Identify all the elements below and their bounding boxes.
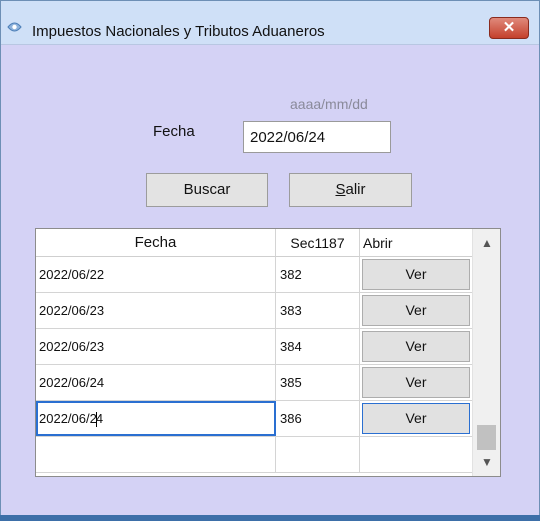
salir-accelerator: S	[335, 181, 346, 198]
cell-fecha-editing[interactable]: 2022/06/24	[36, 401, 276, 436]
salir-label: alir	[345, 181, 366, 198]
ver-button[interactable]: Ver	[362, 403, 470, 434]
cell-sec1187[interactable]: 382	[276, 257, 360, 292]
salir-button[interactable]: Salir	[289, 173, 412, 207]
scroll-up-icon[interactable]: ▲	[473, 229, 500, 257]
table-row-selected: 2022/06/24 386 Ver	[36, 401, 472, 437]
taskbar-edge	[0, 515, 540, 521]
cell-sec1187[interactable]	[276, 437, 360, 472]
scroll-down-icon[interactable]: ▼	[473, 448, 500, 476]
cell-sec1187[interactable]: 386	[276, 401, 360, 436]
table-row: 2022/06/24 385 Ver	[36, 365, 472, 401]
cell-fecha[interactable]: 2022/06/24	[36, 365, 276, 400]
results-grid: Fecha Sec1187 Abrir 2022/06/22 382 Ver 2…	[35, 228, 501, 477]
column-header-fecha[interactable]: Fecha	[36, 229, 276, 257]
cell-text-before-caret: 2022/06/2	[39, 411, 97, 426]
vertical-scrollbar[interactable]: ▲ ▼	[472, 229, 500, 476]
scrollbar-thumb[interactable]	[477, 425, 496, 450]
table-row: 2022/06/23 384 Ver	[36, 329, 472, 365]
ver-button[interactable]: Ver	[362, 259, 470, 290]
table-row-empty	[36, 437, 472, 473]
cell-fecha[interactable]: 2022/06/23	[36, 293, 276, 328]
date-format-hint: aaaa/mm/dd	[290, 96, 368, 112]
close-icon: ✕	[502, 19, 516, 36]
app-icon	[7, 22, 22, 32]
window-title: Impuestos Nacionales y Tributos Aduanero…	[32, 23, 325, 40]
cell-fecha[interactable]	[36, 437, 276, 472]
table-row: 2022/06/23 383 Ver	[36, 293, 472, 329]
column-header-sec1187[interactable]: Sec1187	[276, 229, 360, 257]
close-button[interactable]: ✕	[489, 17, 529, 39]
ver-button[interactable]: Ver	[362, 367, 470, 398]
buscar-button[interactable]: Buscar	[146, 173, 268, 207]
column-header-abrir[interactable]: Abrir	[360, 229, 472, 257]
dialog-window: Impuestos Nacionales y Tributos Aduanero…	[0, 0, 540, 521]
fecha-label: Fecha	[153, 123, 195, 140]
table-row: 2022/06/22 382 Ver	[36, 257, 472, 293]
ver-button[interactable]: Ver	[362, 295, 470, 326]
ver-button[interactable]: Ver	[362, 331, 470, 362]
cell-sec1187[interactable]: 385	[276, 365, 360, 400]
cell-sec1187[interactable]: 383	[276, 293, 360, 328]
cell-text-after-caret: 4	[95, 411, 104, 426]
cell-sec1187[interactable]: 384	[276, 329, 360, 364]
cell-fecha[interactable]: 2022/06/23	[36, 329, 276, 364]
cell-fecha[interactable]: 2022/06/22	[36, 257, 276, 292]
title-bar: Impuestos Nacionales y Tributos Aduanero…	[1, 1, 539, 45]
fecha-input[interactable]	[243, 121, 391, 153]
